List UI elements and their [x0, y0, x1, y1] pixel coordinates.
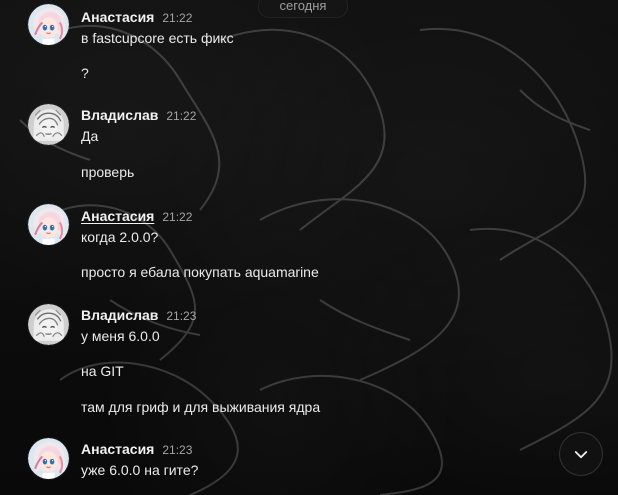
message-text: когда 2.0.0? [81, 229, 159, 245]
message-header: Анастасия 21:22 [81, 9, 192, 25]
anime-girl-avatar-icon [28, 438, 69, 479]
message-text: у меня 6.0.0 [81, 328, 160, 344]
author-name[interactable]: Анастасия [81, 208, 154, 224]
message-time: 21:23 [162, 443, 193, 457]
message-text: в fastcupcore есть фикс [81, 30, 234, 46]
message-time: 21:23 [166, 309, 197, 323]
author-name[interactable]: Владислав [81, 307, 158, 323]
message-text: уже 6.0.0 на гите? [81, 462, 199, 478]
user-avatar[interactable] [28, 438, 69, 479]
message-text: на GIT [81, 363, 124, 379]
message-header: Владислав 21:22 [81, 107, 196, 123]
message-time: 21:22 [162, 210, 193, 224]
user-avatar[interactable] [28, 304, 69, 345]
message-text: ? [81, 65, 89, 81]
message-text: там для гриф и для выживания ядра [81, 399, 321, 415]
anime-sketch-avatar-icon [28, 104, 69, 145]
user-avatar[interactable] [28, 104, 69, 145]
message-text: Да [81, 128, 99, 144]
message-text: проверь [81, 164, 135, 180]
user-avatar[interactable] [28, 4, 69, 45]
message-group: Владислав 21:22 Да проверь [0, 104, 618, 182]
message-header: Анастасия 21:22 [81, 208, 192, 224]
anime-girl-avatar-icon [28, 204, 69, 245]
message-time: 21:22 [166, 109, 197, 123]
anime-sketch-avatar-icon [28, 304, 69, 345]
user-avatar[interactable] [28, 204, 69, 245]
message-group: Анастасия 21:23 уже 6.0.0 на гите? [0, 438, 618, 486]
message-header: Владислав 21:23 [81, 307, 196, 323]
scroll-to-bottom-button[interactable] [559, 432, 603, 476]
author-name[interactable]: Владислав [81, 107, 158, 123]
message-time: 21:22 [162, 11, 193, 25]
message-group: Анастасия 21:22 когда 2.0.0? просто я еб… [0, 204, 618, 284]
author-name[interactable]: Анастасия [81, 441, 154, 457]
message-group: Владислав 21:23 у меня 6.0.0 на GIT там … [0, 304, 618, 420]
message-group: Анастасия 21:22 в fastcupcore есть фикс … [0, 4, 618, 84]
chevron-down-icon [574, 451, 588, 459]
author-name[interactable]: Анастасия [81, 9, 154, 25]
message-text: просто я ебала покупать aquamarine [81, 264, 319, 280]
message-header: Анастасия 21:23 [81, 441, 192, 457]
anime-girl-avatar-icon [28, 4, 69, 45]
